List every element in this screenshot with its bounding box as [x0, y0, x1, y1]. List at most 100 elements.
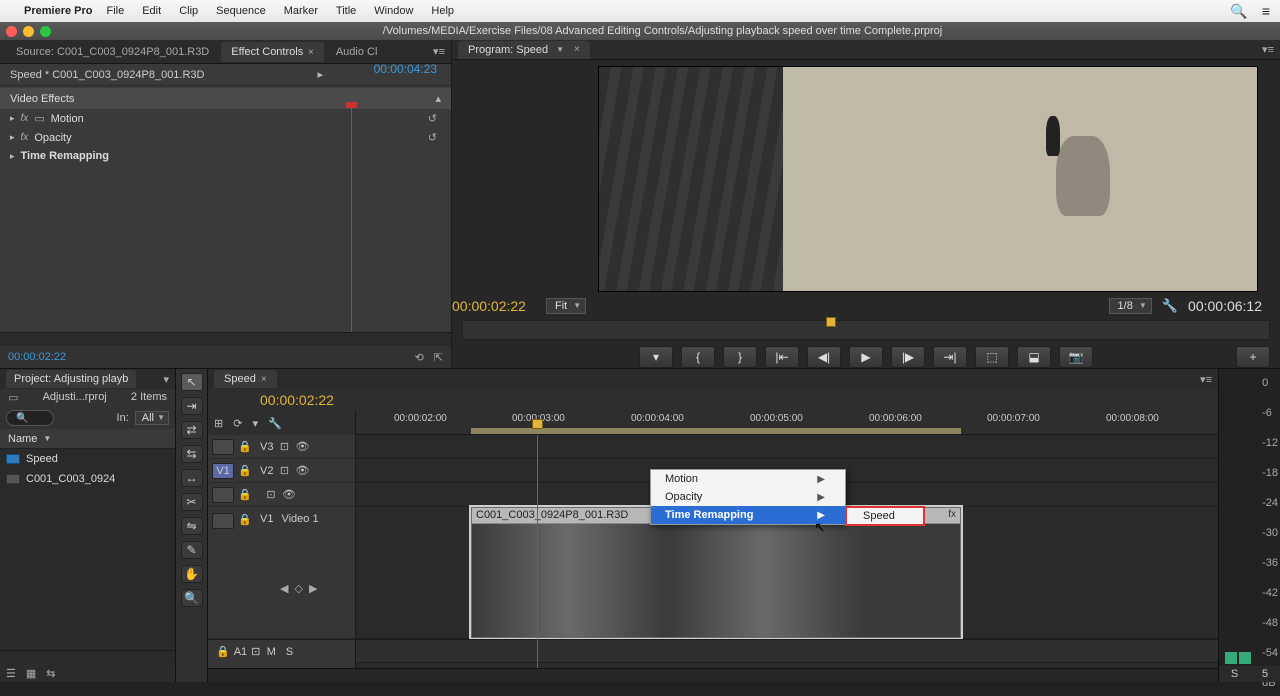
track-target[interactable]: V1 — [212, 463, 234, 479]
track-target[interactable] — [212, 513, 234, 529]
extract-button[interactable]: ⬓ — [1017, 346, 1051, 368]
selection-tool[interactable]: ↖ — [181, 373, 203, 391]
pen-tool[interactable]: ✎ — [181, 541, 203, 559]
sync-lock-icon[interactable]: ⊡ — [251, 645, 260, 658]
track-header-a1[interactable]: 🔒 A1 ⊡ M S — [208, 639, 355, 663]
close-icon[interactable]: × — [305, 47, 314, 58]
panel-menu-icon[interactable]: ▾≡ — [1262, 43, 1274, 56]
close-icon[interactable]: × — [574, 44, 580, 55]
track-header-v1-row2[interactable]: 🔒 ⊡ 👁 — [208, 483, 355, 507]
hand-tool[interactable]: ✋ — [181, 565, 203, 583]
timeline-hscroll[interactable] — [208, 668, 1218, 682]
app-name[interactable]: Premiere Pro — [24, 5, 92, 17]
playhead-handle[interactable] — [532, 419, 543, 429]
rate-stretch-tool[interactable]: ↔ — [181, 469, 203, 487]
effect-row-opacity[interactable]: ▸ fx Opacity ↺ — [0, 128, 451, 147]
add-marker-icon[interactable]: ▾ — [252, 417, 258, 430]
rolling-edit-tool[interactable]: ⇆ — [181, 445, 203, 463]
reset-icon[interactable]: ↺ — [428, 112, 437, 125]
twirl-icon[interactable]: ▸ — [10, 132, 15, 143]
menu-file[interactable]: File — [106, 5, 124, 17]
track-header-v2[interactable]: V1 🔒 V2 ⊡ 👁 — [208, 459, 355, 483]
sync-lock-icon[interactable]: ⊡ — [277, 440, 291, 453]
project-item-clip[interactable]: C001_C003_0924 — [0, 469, 175, 489]
linked-selection-icon[interactable]: ⟳ — [233, 417, 242, 430]
close-window-button[interactable] — [6, 26, 17, 37]
ctx-item-opacity[interactable]: Opacity ▶ — [651, 488, 845, 506]
menu-title[interactable]: Title — [336, 5, 356, 17]
ripple-edit-tool[interactable]: ⇄ — [181, 421, 203, 439]
lock-icon[interactable]: 🔒 — [238, 440, 252, 453]
resolution-select[interactable]: 1/8 ▼ — [1109, 298, 1152, 314]
add-keyframe-icon[interactable]: ◇ — [294, 582, 302, 595]
project-column-header[interactable]: Name ▼ — [0, 429, 175, 449]
program-scrubber[interactable] — [462, 320, 1270, 340]
slip-tool[interactable]: ⇋ — [181, 517, 203, 535]
ec-footer-tc[interactable]: 00:00:02:22 — [8, 351, 66, 363]
timeline-clip[interactable]: C001_C003_0924P8_001.R3D fx — [471, 507, 961, 638]
go-to-in-button[interactable]: |⇤ — [765, 346, 799, 368]
list-view-icon[interactable]: ☰ — [6, 667, 16, 680]
settings-icon[interactable]: 🔧 — [1162, 298, 1178, 314]
button-editor-button[interactable]: + — [1236, 346, 1270, 368]
project-search-input[interactable] — [6, 410, 54, 426]
eye-icon[interactable]: 👁 — [295, 464, 309, 477]
menu-marker[interactable]: Marker — [284, 5, 318, 17]
twirl-icon[interactable]: ▸ — [10, 151, 15, 162]
effect-row-time-remapping[interactable]: ▸ Time Remapping — [0, 147, 451, 165]
lift-button[interactable]: ⬚ — [975, 346, 1009, 368]
timeline-tc[interactable]: 00:00:02:22 — [260, 392, 334, 408]
prev-keyframe-icon[interactable]: ◀ — [280, 582, 288, 595]
lock-icon[interactable]: 🔒 — [238, 464, 252, 477]
dropdown-icon[interactable]: ▼ — [556, 45, 564, 54]
icon-view-icon[interactable]: ▦ — [26, 667, 36, 680]
menu-edit[interactable]: Edit — [142, 5, 161, 17]
collapse-icon[interactable]: ▴ — [435, 92, 441, 105]
add-marker-button[interactable]: ▾ — [639, 346, 673, 368]
video-effects-section[interactable]: Video Effects ▴ — [0, 88, 451, 109]
mark-in-button[interactable]: { — [681, 346, 715, 368]
next-keyframe-icon[interactable]: ▶ — [309, 582, 317, 595]
close-icon[interactable]: × — [261, 374, 267, 385]
track-header-v1[interactable]: 🔒 V1 Video 1 ◀ ◇ ▶ — [208, 507, 355, 639]
audio-clip-tab[interactable]: Audio Cl — [326, 42, 388, 62]
fx-badge-icon[interactable]: fx — [948, 509, 956, 520]
play-button[interactable]: ▶ — [849, 346, 883, 368]
sync-lock-icon[interactable]: ⊡ — [277, 464, 291, 477]
panel-menu-icon[interactable]: ▾≡ — [1200, 373, 1212, 386]
project-tab[interactable]: Project: Adjusting playb — [6, 370, 136, 388]
track-target[interactable] — [212, 439, 234, 455]
ctx-sub-speed[interactable]: Speed — [847, 508, 923, 524]
eye-icon[interactable]: 👁 — [295, 440, 309, 453]
search-scope-select[interactable]: All ▼ — [135, 411, 169, 425]
ec-hscroll[interactable] — [0, 332, 451, 346]
ec-play-icon[interactable]: ▸ — [317, 68, 323, 81]
lock-icon[interactable]: 🔒 — [238, 488, 252, 501]
menu-window[interactable]: Window — [374, 5, 413, 17]
lock-icon[interactable]: 🔒 — [238, 513, 252, 526]
twirl-icon[interactable]: ▸ — [10, 113, 15, 124]
menu-help[interactable]: Help — [431, 5, 454, 17]
reset-icon[interactable]: ↺ — [428, 131, 437, 144]
effect-controls-tab[interactable]: Effect Controls × — [221, 42, 324, 62]
work-area-bar[interactable] — [471, 428, 961, 434]
minimize-window-button[interactable] — [23, 26, 34, 37]
timeline-settings-icon[interactable]: 🔧 — [268, 417, 282, 430]
step-forward-button[interactable]: |▶ — [891, 346, 925, 368]
ec-playhead[interactable] — [351, 108, 352, 332]
effect-row-motion[interactable]: ▸ fx ▭ Motion ↺ — [0, 109, 451, 128]
ctx-item-time-remapping[interactable]: Time Remapping ▶ — [651, 506, 845, 524]
zoom-level-select[interactable]: Fit ▼ — [546, 298, 586, 314]
track-target[interactable] — [212, 487, 234, 503]
meter-solo[interactable]: S — [1231, 668, 1238, 682]
menu-clip[interactable]: Clip — [179, 5, 198, 17]
export-frame-button[interactable]: 📷 — [1059, 346, 1093, 368]
solo-button[interactable]: S — [282, 646, 296, 658]
auto-size-icon[interactable]: ⇆ — [46, 667, 55, 680]
sync-lock-icon[interactable]: ⊡ — [264, 488, 278, 501]
audio-meters[interactable]: 0 -6 -12 -18 -24 -30 -36 -42 -48 -54 dB … — [1218, 369, 1280, 682]
zoom-window-button[interactable] — [40, 26, 51, 37]
timeline-playhead[interactable] — [537, 435, 538, 668]
sequence-tab[interactable]: Speed × — [214, 370, 277, 388]
program-video-viewport[interactable] — [598, 66, 1258, 292]
